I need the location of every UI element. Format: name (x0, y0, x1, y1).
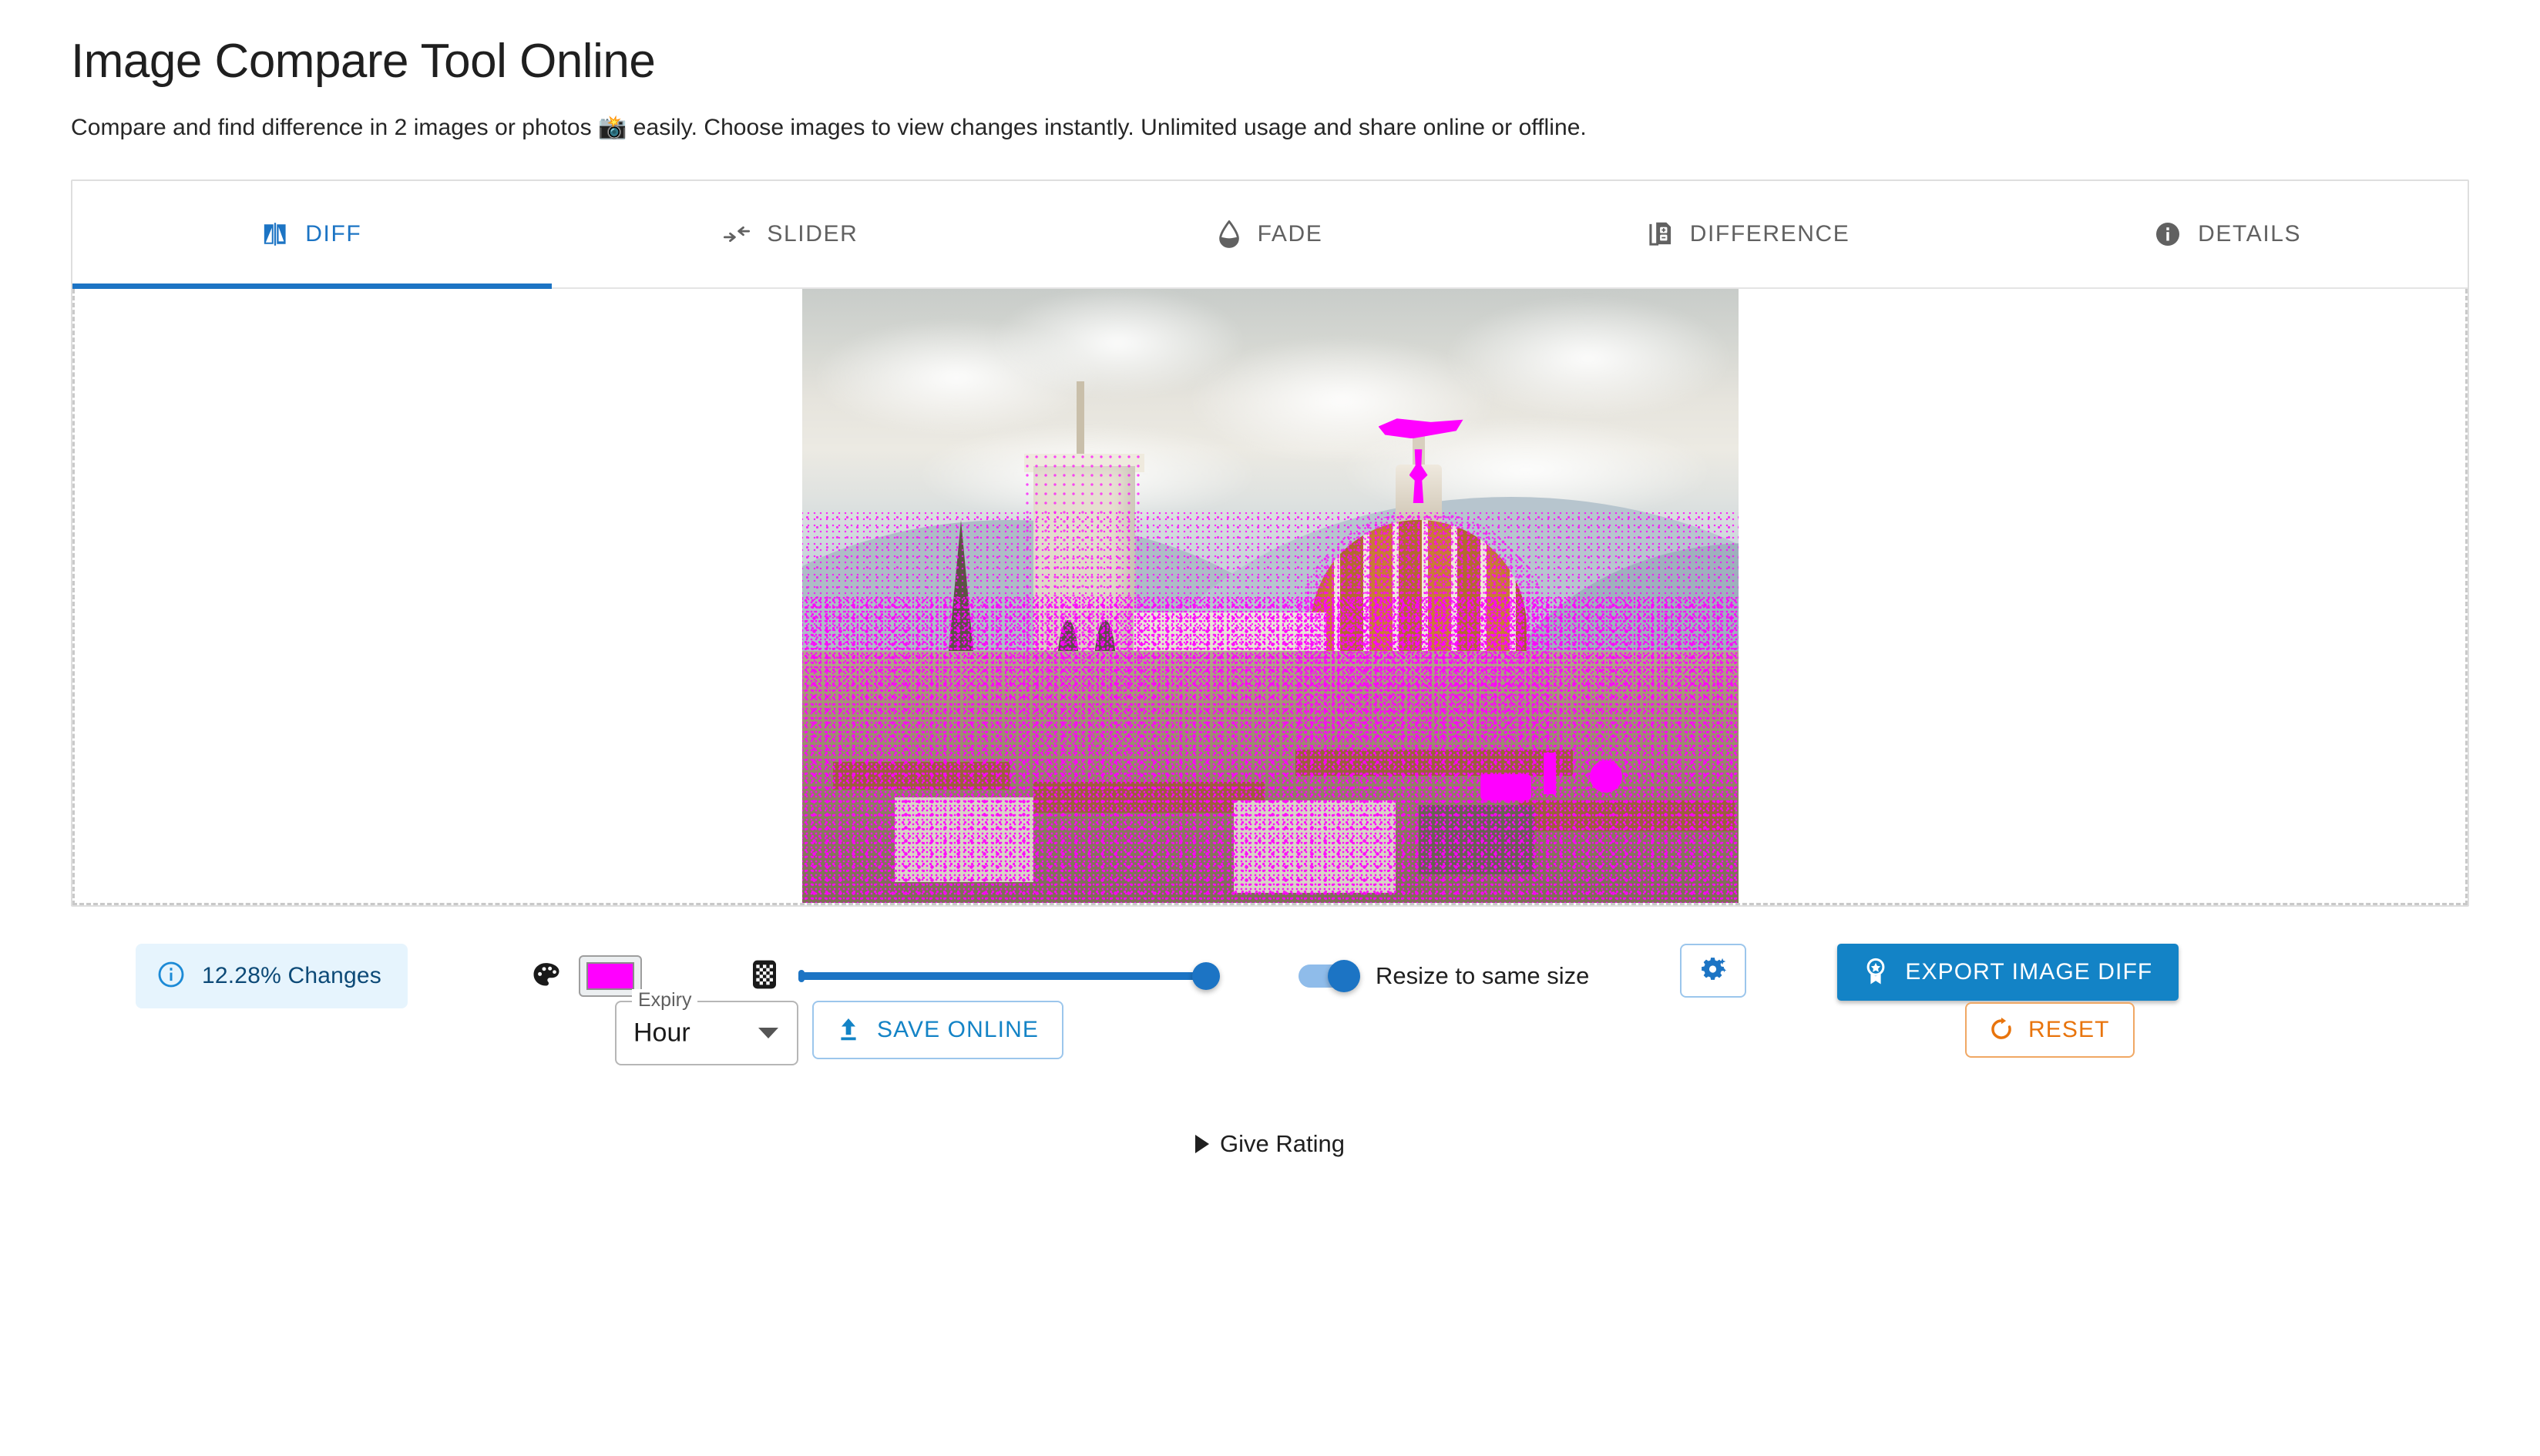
give-rating-label: Give Rating (1220, 1130, 1345, 1158)
upload-icon (837, 1017, 860, 1044)
page-root: Image Compare Tool Online Compare and fi… (0, 0, 2540, 1158)
diff-icon (262, 220, 288, 248)
tab-diff[interactable]: DIFF (72, 181, 552, 287)
triangle-right-icon (1195, 1135, 1209, 1153)
gear-sparkle-icon (1698, 954, 1728, 988)
reset-button-label: RESET (2028, 1017, 2110, 1043)
transparency-slider-group (751, 944, 1208, 1008)
tabbar: DIFF SLIDER FADE (72, 181, 2468, 289)
palette-icon[interactable] (533, 961, 560, 991)
page-title: Image Compare Tool Online (71, 0, 2469, 88)
roof (1033, 782, 1265, 813)
checkerboard-icon (751, 959, 778, 994)
info-outline-icon (157, 961, 185, 992)
settings-group (1680, 944, 1746, 998)
tab-fade-label: FADE (1258, 221, 1323, 247)
slider-icon (724, 223, 750, 246)
tab-details[interactable]: DETAILS (1988, 181, 2468, 287)
info-circle-icon (2155, 221, 2181, 247)
expiry-legend: Expiry (632, 989, 697, 1011)
export-group: EXPORT IMAGE DIFF (1837, 944, 2179, 1001)
roof (1295, 750, 1573, 776)
controls-bar: 12.28% Changes (71, 907, 2469, 1107)
diff-color-preview (586, 962, 634, 990)
small-spire (949, 520, 973, 651)
slider-thumb[interactable] (1192, 962, 1220, 990)
toggle-thumb (1328, 960, 1360, 992)
transparency-slider[interactable] (801, 972, 1208, 980)
roof (833, 762, 1010, 790)
changes-badge: 12.28% Changes (136, 944, 408, 1008)
save-online-label: SAVE ONLINE (877, 1017, 1039, 1043)
roof (1519, 800, 1735, 831)
tab-details-label: DETAILS (2198, 221, 2301, 247)
building (1419, 805, 1534, 874)
tab-slider[interactable]: SLIDER (552, 181, 1031, 287)
changes-label: 12.28% Changes (202, 963, 381, 989)
tab-fade[interactable]: FADE (1030, 181, 1510, 287)
export-button-label: EXPORT IMAGE DIFF (1905, 959, 2152, 985)
dome-lantern (1396, 465, 1442, 528)
rating-row: Give Rating (71, 1130, 2469, 1158)
reset-button[interactable]: RESET (1965, 1002, 2135, 1058)
page-subtitle: Compare and find difference in 2 images … (71, 88, 2469, 141)
fade-drop-icon (1218, 220, 1241, 248)
refresh-icon (1990, 1017, 2013, 1044)
difference-document-icon (1648, 220, 1673, 248)
building (895, 797, 1033, 882)
campanile-spire (1077, 381, 1084, 455)
building (1234, 800, 1396, 893)
compare-card: DIFF SLIDER FADE (71, 179, 2469, 907)
slider-ticks (801, 975, 1208, 978)
resize-toggle[interactable] (1299, 965, 1356, 988)
resize-toggle-group: Resize to same size (1299, 944, 1589, 1008)
save-online-button[interactable]: SAVE ONLINE (812, 1001, 1063, 1059)
expiry-select[interactable]: Expiry Hour (615, 1001, 798, 1065)
chevron-down-icon (758, 1028, 778, 1038)
tab-difference-label: DIFFERENCE (1690, 221, 1850, 247)
diff-color-group (533, 944, 642, 1008)
settings-button[interactable] (1680, 944, 1746, 998)
resize-label: Resize to same size (1376, 962, 1589, 990)
lantern-spire (1413, 432, 1425, 468)
image-drop-stage[interactable] (72, 289, 2468, 905)
award-ribbon-icon (1863, 958, 1888, 988)
give-rating-disclosure[interactable]: Give Rating (1195, 1130, 1345, 1158)
expiry-value: Hour (633, 1018, 690, 1048)
tab-diff-label: DIFF (305, 221, 361, 247)
tab-difference[interactable]: DIFFERENCE (1510, 181, 1989, 287)
export-image-diff-button[interactable]: EXPORT IMAGE DIFF (1837, 944, 2179, 1001)
tab-slider-label: SLIDER (767, 221, 858, 247)
diff-result-image[interactable] (802, 289, 1739, 905)
